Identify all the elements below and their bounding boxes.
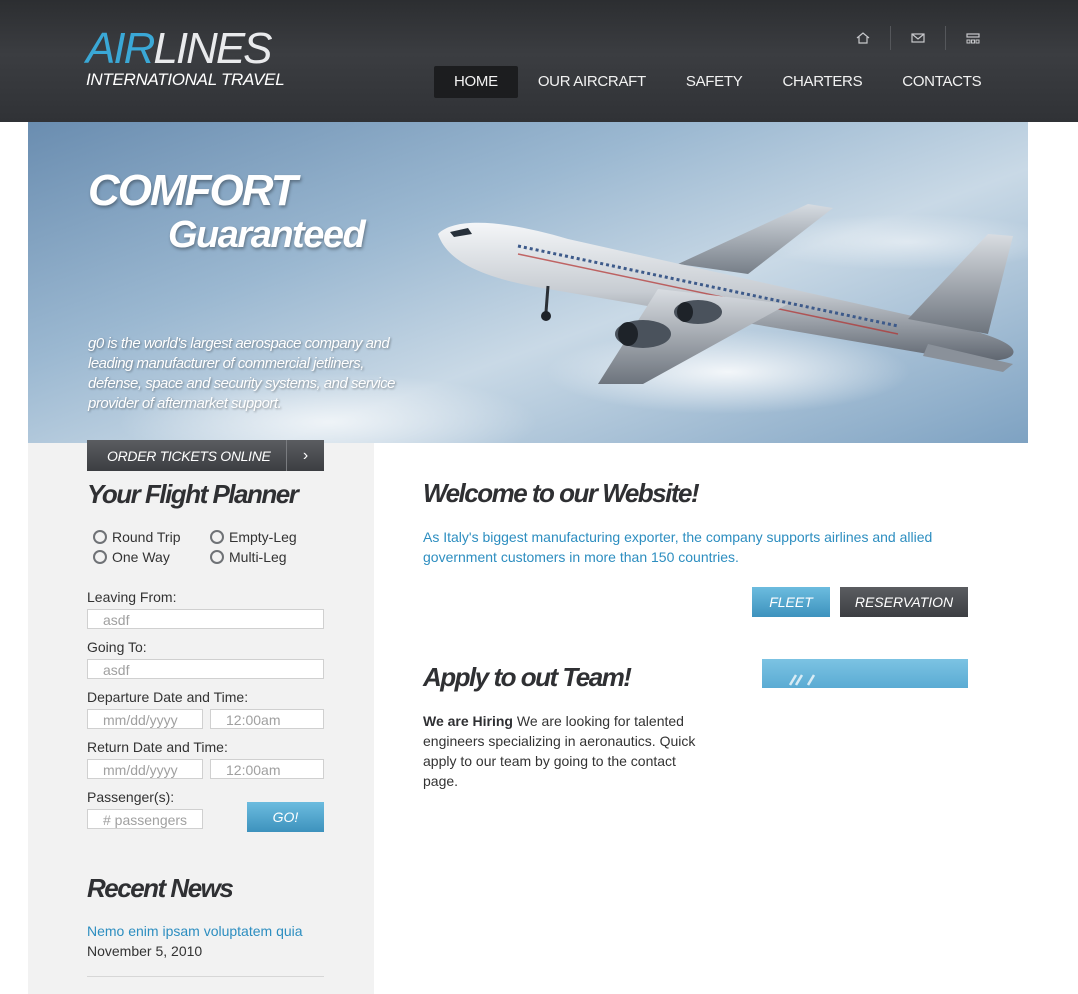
sitemap-icon[interactable] [946,26,1000,50]
site-header: AIRLINES INTERNATIONAL TRAVEL HOME OUR A… [0,0,1078,122]
logo-air: AIR [86,24,155,73]
return-time-input[interactable]: 12:00am [210,759,324,779]
leaving-from-label: Leaving From: [87,589,177,605]
hero-title-comfort: COMFORT [88,166,298,215]
nav-charters[interactable]: CHARTERS [762,66,882,98]
home-icon[interactable] [836,26,891,50]
hero-banner: COMFORT Guaranteed g0 is the world's lar… [28,122,1028,443]
departure-date-input[interactable]: mm/dd/yyyy [87,709,203,729]
passengers-input[interactable]: # passengers [87,809,203,829]
radio-circle-icon [93,550,107,564]
radio-multi-leg[interactable]: Multi-Leg [210,549,287,565]
mail-icon[interactable] [891,26,946,50]
flight-planner-sidebar: ORDER TICKETS ONLINE › Your Flight Plann… [28,440,374,994]
nav-contacts[interactable]: CONTACTS [882,66,1001,98]
news-item-date: November 5, 2010 [87,943,203,959]
departure-label: Departure Date and Time: [87,689,249,705]
flight-planner-title: Your Flight Planner [87,479,299,509]
order-tickets-button[interactable]: ORDER TICKETS ONLINE › [87,440,324,471]
nav-our-aircraft[interactable]: OUR AIRCRAFT [518,66,666,98]
radio-circle-icon [210,530,224,544]
logo-wordmark: AIRLINES [86,24,273,73]
going-to-label: Going To: [87,639,147,655]
fleet-button[interactable]: FLEET [752,587,830,617]
hiring-heading: We are Hiring [423,713,513,729]
order-tickets-label: ORDER TICKETS ONLINE [107,447,271,464]
radio-label: One Way [112,549,170,565]
welcome-title: Welcome to our Website! [423,478,700,508]
radio-circle-icon [93,530,107,544]
radio-empty-leg[interactable]: Empty-Leg [210,529,297,545]
radio-circle-icon [210,550,224,564]
top-icon-bar [836,26,1000,50]
logo-lines: LINES [153,24,272,73]
departure-time-input[interactable]: 12:00am [210,709,324,729]
news-item-link[interactable]: Nemo enim ipsam voluptatem quia [87,923,303,939]
recent-news-title: Recent News [87,873,234,903]
passengers-label: Passenger(s): [87,789,175,805]
apply-title: Apply to out Team! [423,662,632,692]
radio-label: Empty-Leg [229,529,297,545]
radio-one-way[interactable]: One Way [93,549,170,565]
welcome-text: As Italy's biggest manufacturing exporte… [423,529,933,565]
chevron-right-icon: › [286,440,324,471]
logo-tagline: INTERNATIONAL TRAVEL [86,70,285,89]
reservation-button[interactable]: RESERVATION [840,587,968,617]
radio-round-trip[interactable]: Round Trip [93,529,180,545]
site-logo[interactable]: AIRLINES INTERNATIONAL TRAVEL [86,26,286,92]
return-date-input[interactable]: mm/dd/yyyy [87,759,203,779]
nav-safety[interactable]: SAFETY [666,66,763,98]
going-to-input[interactable]: asdf [87,659,324,679]
apply-text: We are Hiring We are looking for talente… [423,711,708,791]
radio-label: Round Trip [112,529,181,545]
radio-label: Multi-Leg [229,549,287,565]
return-label: Return Date and Time: [87,739,228,755]
quote-icon [788,674,816,686]
hero-title-guaranteed: Guaranteed [168,214,366,256]
main-nav: HOME OUR AIRCRAFT SAFETY CHARTERS CONTAC… [434,66,1001,98]
go-button[interactable]: GO! [247,802,324,832]
media-placeholder[interactable] [762,659,968,688]
leaving-from-input[interactable]: asdf [87,609,324,629]
hero-description: g0 is the world's largest aerospace comp… [88,335,396,412]
nav-home[interactable]: HOME [434,66,518,98]
airplane-image [438,204,1014,384]
news-divider [87,976,324,977]
